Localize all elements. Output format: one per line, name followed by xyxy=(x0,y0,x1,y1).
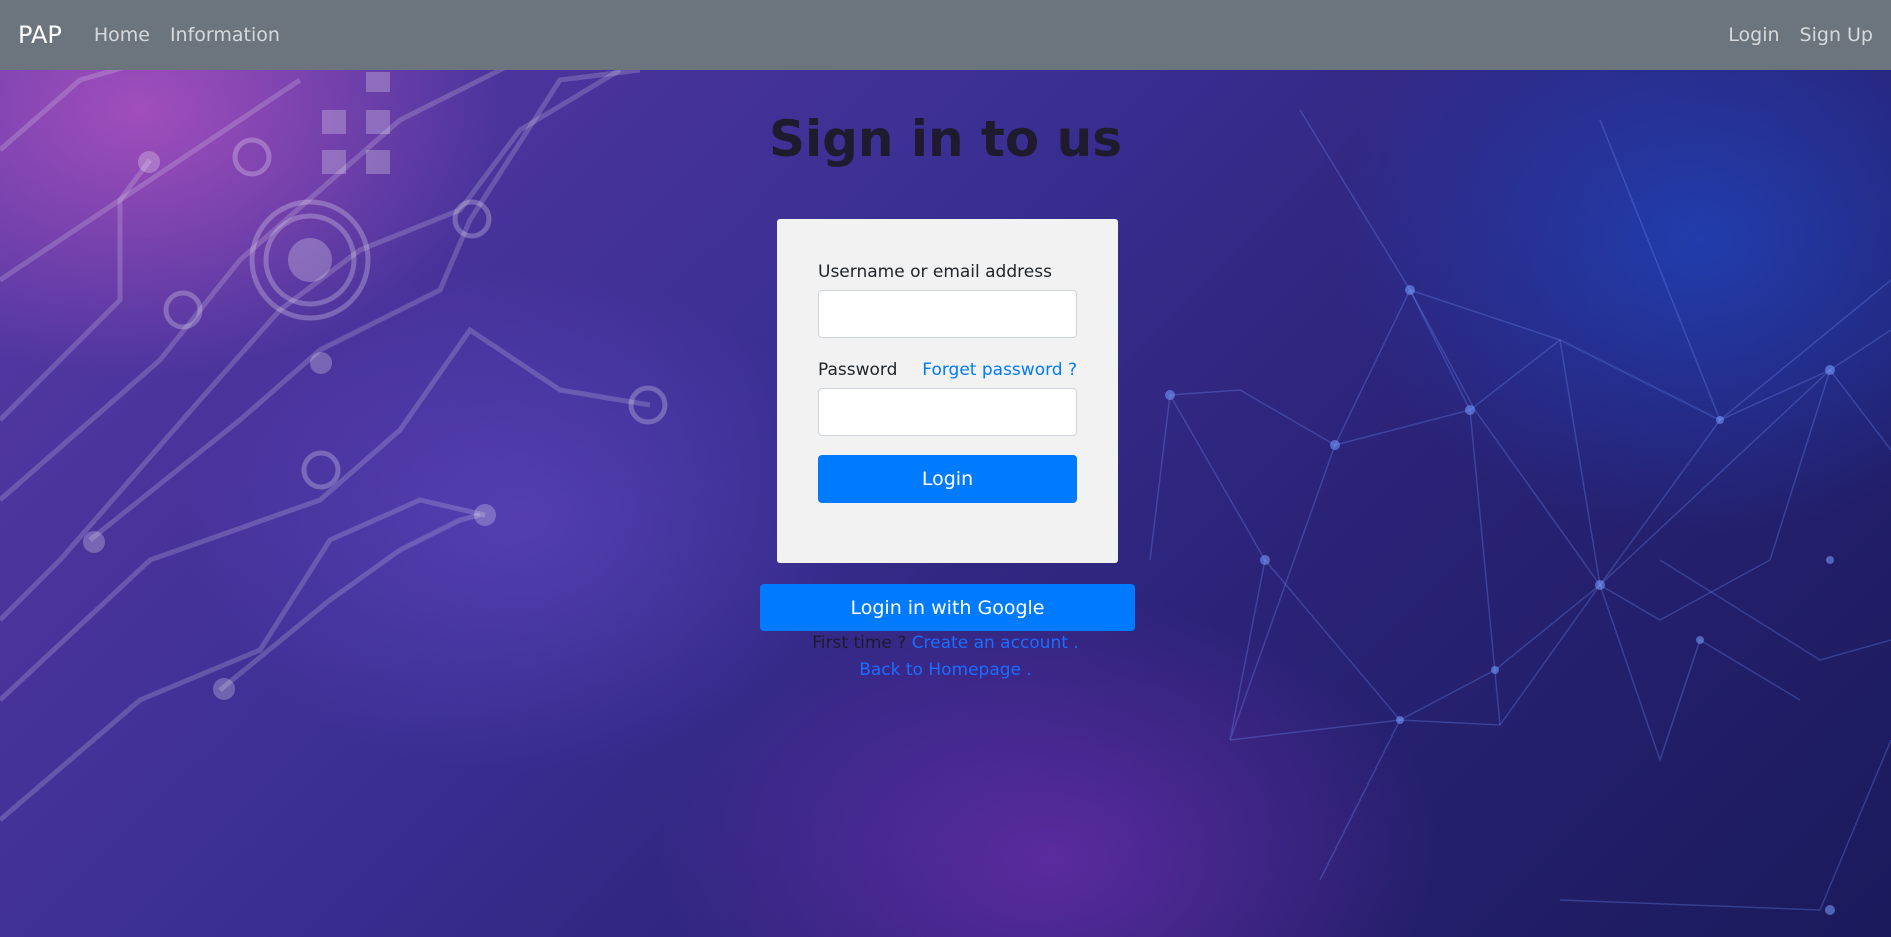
password-label: Password xyxy=(818,360,898,380)
back-to-homepage-link[interactable]: Back to Homepage xyxy=(859,660,1021,680)
back-home-suffix: . xyxy=(1026,660,1032,680)
login-form-card: Username or email address Password Forge… xyxy=(777,219,1118,563)
page-title: Sign in to us xyxy=(768,110,1123,168)
nav-link-information[interactable]: Information xyxy=(170,24,280,46)
top-navbar: PAP Home Information Login Sign Up xyxy=(0,0,1891,70)
login-button[interactable]: Login xyxy=(818,455,1077,503)
back-home-line: Back to Homepage . xyxy=(0,660,1891,680)
create-account-suffix: . xyxy=(1073,633,1079,653)
nav-link-home[interactable]: Home xyxy=(94,24,150,46)
create-account-link[interactable]: Create an account xyxy=(912,633,1068,653)
forgot-password-link[interactable]: Forget password ? xyxy=(922,360,1077,380)
create-account-line: First time ? Create an account . xyxy=(0,633,1891,653)
brand-logo[interactable]: PAP xyxy=(18,21,62,49)
nav-link-login[interactable]: Login xyxy=(1728,24,1779,46)
nav-right-group: Login Sign Up xyxy=(1708,24,1873,46)
google-login-button[interactable]: Login in with Google xyxy=(760,584,1135,631)
username-label: Username or email address xyxy=(818,262,1052,282)
username-input[interactable] xyxy=(818,290,1077,338)
first-time-text: First time ? xyxy=(812,633,907,653)
nav-link-sign-up[interactable]: Sign Up xyxy=(1800,24,1873,46)
password-input[interactable] xyxy=(818,388,1077,436)
